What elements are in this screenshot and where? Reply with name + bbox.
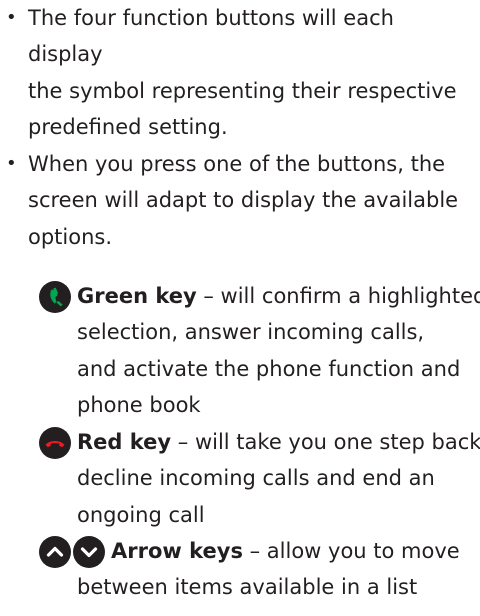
red-key-title: Red key: [77, 430, 172, 454]
red-key-line-2: decline incoming calls and end an: [77, 466, 435, 490]
green-key-line-3: and activate the phone function and: [77, 357, 461, 381]
green-phone-key-icon: [39, 281, 71, 313]
bullet-1-line-1: The four function buttons will each: [28, 6, 394, 30]
green-key-first-line: Green key – will confirm a highlighted: [77, 278, 480, 315]
bullet-marker: •: [6, 7, 17, 28]
bullet-1-line-2: display: [28, 42, 103, 66]
bullet-2-line-1: When you press one of the buttons, the: [28, 152, 446, 176]
bullet-marker: •: [6, 153, 17, 174]
manual-page: • The four function buttons will each di…: [0, 0, 480, 616]
green-key-line-4: phone book: [77, 393, 201, 417]
arrow-down-key-icon: [73, 536, 105, 568]
green-key-line-2: selection, answer incoming calls,: [77, 320, 425, 344]
red-phone-key-icon: [39, 427, 71, 459]
arrow-keys-first-line: Arrow keys – allow you to move: [111, 533, 460, 570]
arrow-keys-line-2: between items available in a list: [77, 575, 418, 599]
red-key-first-line: Red key – will take you one step back,: [77, 424, 480, 461]
arrow-up-key-icon: [39, 536, 71, 568]
bullet-2-line-2: screen will adapt to display the availab…: [28, 188, 459, 212]
green-key-title: Green key: [77, 284, 197, 308]
arrow-keys-title: Arrow keys: [111, 539, 243, 563]
red-key-first-line-text: – will take you one step back,: [171, 430, 480, 454]
arrow-keys-first-line-text: – allow you to move: [242, 539, 460, 563]
green-key-first-line-text: – will confirm a highlighted: [196, 284, 480, 308]
red-key-line-3: ongoing call: [77, 503, 205, 527]
bullet-1-line-3: the symbol representing their respective: [28, 79, 457, 103]
bullet-2-line-3: options.: [28, 225, 113, 249]
bullet-1-line-4: predefined setting.: [28, 115, 228, 139]
